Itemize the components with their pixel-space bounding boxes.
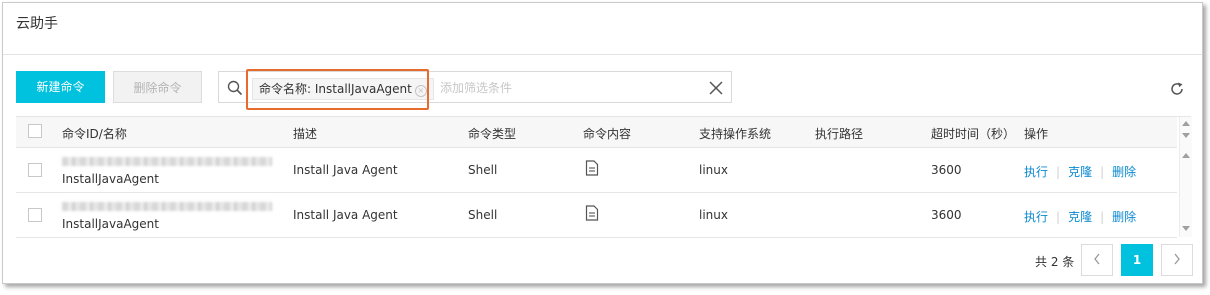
separator: | — [1100, 165, 1105, 179]
command-description: Install Java Agent — [293, 208, 398, 222]
scroll-up-arrow-icon[interactable] — [1182, 153, 1190, 158]
delete-link[interactable]: 删除 — [1112, 165, 1136, 179]
clone-link[interactable]: 克隆 — [1068, 210, 1092, 224]
row-checkbox[interactable] — [28, 208, 42, 222]
chevron-right-icon — [1174, 253, 1180, 265]
page-title: 云助手 — [16, 16, 58, 32]
row-checkbox[interactable] — [28, 163, 42, 177]
delete-command-button[interactable]: 删除命令 — [113, 71, 202, 103]
command-type: Shell — [468, 163, 498, 177]
table-header: 命令ID/名称 描述 命令类型 命令内容 支持操作系统 执行路径 超时时间（秒）… — [16, 117, 1177, 148]
table-scrollbar[interactable] — [1179, 117, 1192, 237]
scroll-down-arrow-icon[interactable] — [1182, 133, 1190, 138]
separator: | — [1100, 210, 1105, 224]
column-header-type: 命令类型 — [468, 127, 517, 141]
scroll-down-arrow-icon[interactable] — [1182, 226, 1190, 231]
command-name: InstallJavaAgent — [62, 172, 159, 186]
divider — [3, 54, 1202, 55]
document-icon[interactable] — [585, 205, 599, 221]
column-header-content: 命令内容 — [583, 127, 632, 141]
command-name: InstallJavaAgent — [62, 217, 159, 231]
delete-link[interactable]: 删除 — [1112, 210, 1136, 224]
chevron-left-icon — [1094, 253, 1100, 265]
command-timeout: 3600 — [931, 208, 962, 222]
row-actions: 执行 | 克隆 | 删除 — [1024, 163, 1136, 180]
execute-link[interactable]: 执行 — [1024, 210, 1048, 224]
command-table: 命令ID/名称 描述 命令类型 命令内容 支持操作系统 执行路径 超时时间（秒）… — [16, 116, 1192, 238]
separator: | — [1056, 210, 1061, 224]
column-header-actions: 操作 — [1024, 127, 1049, 141]
clone-link[interactable]: 克隆 — [1068, 165, 1092, 179]
column-header-description: 描述 — [293, 127, 318, 141]
command-id-redacted — [62, 157, 272, 166]
prev-page-button[interactable] — [1081, 244, 1113, 276]
command-timeout: 3600 — [931, 163, 962, 177]
scroll-up-arrow-icon[interactable] — [1182, 121, 1190, 126]
new-command-button[interactable]: 新建命令 — [16, 71, 105, 103]
execute-link[interactable]: 执行 — [1024, 165, 1048, 179]
column-header-os: 支持操作系统 — [699, 127, 772, 141]
command-description: Install Java Agent — [293, 163, 398, 177]
command-os: linux — [699, 208, 728, 222]
search-input[interactable]: 添加筛选条件 — [440, 79, 512, 96]
refresh-icon[interactable] — [1169, 81, 1185, 97]
command-id-redacted — [62, 202, 272, 211]
highlight-box — [246, 69, 429, 110]
search-icon — [227, 80, 243, 96]
next-page-button[interactable] — [1161, 244, 1193, 276]
row-actions: 执行 | 克隆 | 删除 — [1024, 208, 1136, 225]
column-header-path: 执行路径 — [815, 127, 864, 141]
command-os: linux — [699, 163, 728, 177]
close-icon[interactable] — [709, 81, 723, 95]
table-row: InstallJavaAgent Install Java Agent Shel… — [16, 193, 1177, 238]
column-header-timeout: 超时时间（秒） — [931, 127, 1016, 141]
command-type: Shell — [468, 208, 498, 222]
document-icon[interactable] — [585, 160, 599, 176]
separator: | — [1056, 165, 1061, 179]
cloud-assistant-panel: 云助手 新建命令 删除命令 命令名称: InstallJavaAgent × 添加… — [2, 2, 1203, 284]
select-all-checkbox[interactable] — [28, 124, 42, 138]
column-header-id-name: 命令ID/名称 — [62, 127, 127, 141]
table-row: InstallJavaAgent Install Java Agent Shel… — [16, 148, 1177, 193]
total-count: 共 2 条 — [1035, 255, 1075, 269]
page-button-current[interactable]: 1 — [1121, 244, 1153, 276]
